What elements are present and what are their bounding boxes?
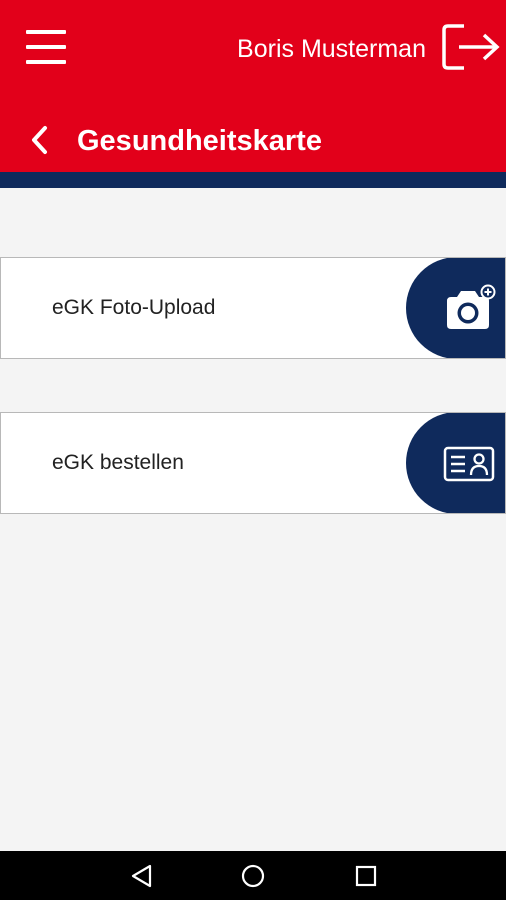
card-label: eGK bestellen — [52, 451, 184, 474]
header-accent-stripe — [0, 172, 506, 188]
recents-square-icon — [355, 865, 377, 887]
card-label: eGK Foto-Upload — [52, 296, 216, 319]
hamburger-menu-icon — [26, 30, 66, 34]
home-circle-icon — [241, 864, 265, 888]
page-title: Gesundheitskarte — [77, 125, 322, 157]
chevron-left-icon — [32, 126, 47, 154]
egk-bestellen-card[interactable]: eGK bestellen — [0, 412, 506, 514]
android-nav-bar — [0, 851, 506, 900]
nav-home-button[interactable] — [240, 863, 266, 889]
back-button[interactable] — [26, 122, 56, 158]
menu-button[interactable] — [22, 24, 70, 70]
camera-plus-icon — [447, 284, 496, 329]
nav-back-button[interactable] — [129, 863, 155, 889]
back-triangle-icon — [131, 864, 152, 888]
egk-foto-upload-card[interactable]: eGK Foto-Upload — [0, 257, 506, 359]
user-name: Boris Musterman — [237, 35, 426, 63]
nav-recents-button[interactable] — [353, 863, 379, 889]
logout-button[interactable] — [440, 22, 502, 72]
app-header: Boris Musterman Gesundheitskarte — [0, 0, 506, 172]
app-screen: Boris Musterman Gesundheitskarte eGK Fot… — [0, 0, 506, 900]
logout-icon — [442, 24, 500, 70]
id-card-icon — [443, 446, 495, 482]
